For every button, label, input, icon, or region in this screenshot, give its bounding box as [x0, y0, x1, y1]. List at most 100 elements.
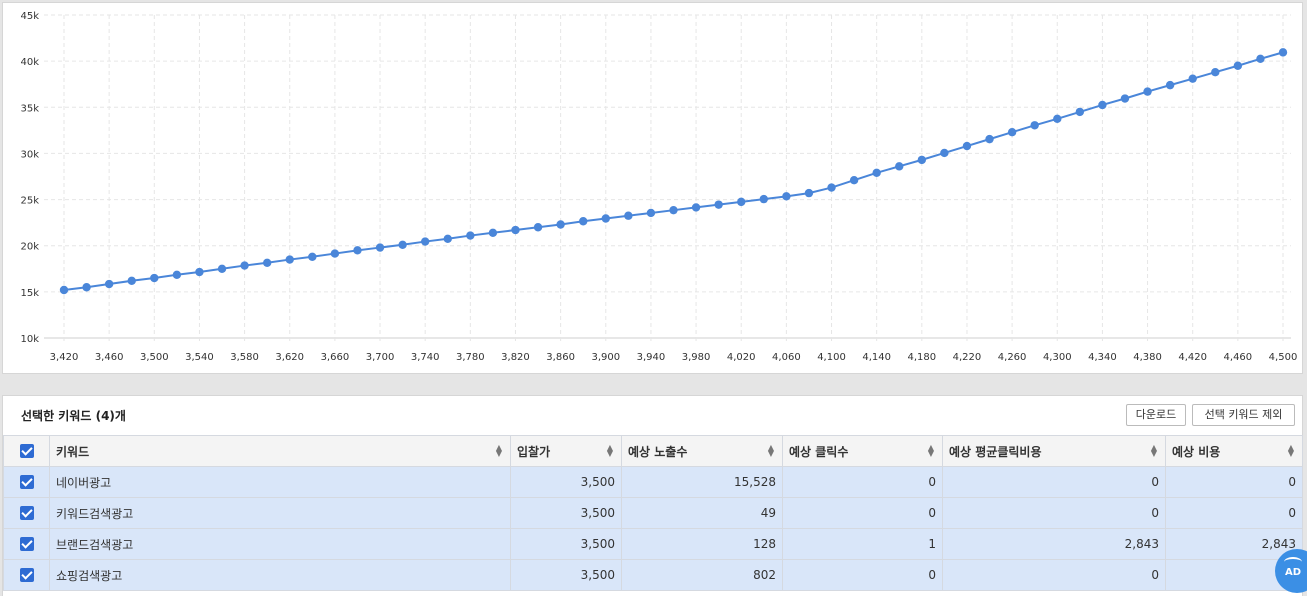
sort-icon[interactable]: ▲ ▼	[496, 444, 502, 458]
y-tick-label: 15k	[20, 288, 39, 299]
row-checkbox[interactable]	[19, 475, 34, 490]
data-point	[714, 200, 723, 209]
data-point	[511, 225, 520, 235]
chart-panel: 10k 15k 20k 25k 30k 35k 40k 45k 3,420 3,460 3,500 3…	[2, 2, 1303, 374]
x-tick-label: 4,340	[1088, 352, 1117, 363]
clicks-cell: 0	[782, 559, 943, 591]
column-header-avg-cpc[interactable]: 예상 평균클릭비용 ▲ ▼	[942, 435, 1166, 467]
bid-cell: 3,500	[510, 528, 622, 560]
select-all-checkbox[interactable]	[19, 444, 34, 459]
avg-cpc-cell: 0	[942, 466, 1166, 498]
clicks-cell: 0	[782, 497, 943, 529]
y-tick-label: 25k	[20, 196, 39, 207]
data-point	[398, 240, 407, 249]
data-point	[737, 197, 746, 207]
column-header-bid[interactable]: 입찰가 ▲ ▼	[510, 435, 622, 467]
download-button[interactable]: 다운로드	[1126, 404, 1186, 426]
impressions-cell: 15,528	[621, 466, 783, 498]
ad-badge-label: AD	[1285, 567, 1302, 578]
keyword-cell: 브랜드검색광고	[49, 528, 511, 560]
data-point	[1211, 68, 1220, 77]
table-row[interactable]: 네이버광고 3,500 15,528 0 0 0	[3, 466, 1303, 498]
data-point	[375, 243, 385, 252]
x-tick-label: 3,620	[275, 352, 304, 363]
series-line	[63, 51, 1284, 292]
column-header-cost[interactable]: 예상 비용 ▲ ▼	[1165, 435, 1303, 467]
data-point	[669, 205, 678, 215]
data-point	[308, 252, 317, 261]
data-point	[579, 217, 588, 226]
data-point	[217, 264, 227, 273]
data-point	[1030, 121, 1039, 130]
sort-icon[interactable]: ▲ ▼	[768, 444, 774, 458]
x-tick-label: 4,220	[953, 352, 982, 363]
y-tick-label: 40k	[20, 57, 39, 68]
x-tick-label: 4,020	[727, 352, 756, 363]
table-row[interactable]: 키워드검색광고 3,500 49 0 0 0	[3, 497, 1303, 529]
data-point	[104, 279, 114, 289]
sort-icon[interactable]: ▲ ▼	[1151, 444, 1157, 458]
x-tick-label: 3,820	[501, 352, 530, 363]
data-point	[127, 276, 136, 285]
table-row[interactable]: 쇼핑검색광고 3,500 802 0 0	[3, 559, 1303, 591]
row-checkbox[interactable]	[19, 568, 34, 583]
keyword-cell: 네이버광고	[49, 466, 511, 498]
x-tick-label: 3,780	[456, 352, 485, 363]
data-point	[601, 214, 610, 223]
column-header-clicks[interactable]: 예상 클릭수 ▲ ▼	[782, 435, 943, 467]
data-point	[466, 231, 475, 240]
data-point	[420, 237, 430, 246]
impressions-cell: 802	[621, 559, 783, 591]
selected-keywords-panel: 선택한 키워드 (4)개 다운로드 선택 키워드 제외 키워드 ▲ ▼ 입찰가 ▲ ▼ …	[2, 395, 1303, 596]
y-tick-label: 35k	[20, 103, 39, 114]
row-checkbox[interactable]	[19, 537, 34, 552]
table-row[interactable]: 브랜드검색광고 3,500 128 1 2,843 2,843	[3, 528, 1303, 560]
data-point	[985, 134, 994, 144]
x-tick-label: 4,500	[1269, 352, 1298, 363]
keyword-cell: 쇼핑검색광고	[49, 559, 511, 591]
data-point	[330, 249, 340, 258]
sort-icon[interactable]: ▲ ▼	[607, 444, 613, 458]
column-header-impressions[interactable]: 예상 노출수 ▲ ▼	[621, 435, 783, 467]
cost-cell: 0	[1165, 466, 1303, 498]
avg-cpc-cell: 2,843	[942, 528, 1166, 560]
data-point	[285, 255, 294, 264]
data-point	[849, 175, 859, 185]
clicks-cell: 0	[782, 466, 943, 498]
y-tick-label: 20k	[20, 242, 39, 253]
wave-icon	[1284, 557, 1302, 567]
data-point	[262, 258, 272, 267]
data-point	[59, 285, 69, 295]
data-point	[782, 192, 791, 201]
data-point	[1233, 61, 1243, 70]
data-point	[82, 283, 91, 292]
data-point	[1098, 100, 1107, 110]
column-header-keyword[interactable]: 키워드 ▲ ▼	[49, 435, 511, 467]
data-point	[1120, 94, 1130, 103]
avg-cpc-cell: 0	[942, 497, 1166, 529]
exclude-keywords-button[interactable]: 선택 키워드 제외	[1192, 404, 1295, 426]
y-tick-label: 45k	[20, 11, 39, 22]
select-all-cell[interactable]	[3, 435, 50, 467]
x-tick-label: 3,660	[321, 352, 350, 363]
data-point	[872, 168, 881, 178]
data-point	[1256, 54, 1265, 64]
x-tick-label: 3,940	[637, 352, 666, 363]
data-point	[691, 203, 701, 212]
x-tick-label: 4,140	[862, 352, 891, 363]
panel-title: 선택한 키워드 (4)개	[21, 409, 126, 423]
x-tick-label: 4,100	[817, 352, 846, 363]
sort-icon[interactable]: ▲ ▼	[928, 444, 934, 458]
data-point	[195, 267, 204, 277]
data-point	[1143, 87, 1152, 96]
x-tick-label: 3,460	[95, 352, 124, 363]
row-checkbox[interactable]	[19, 506, 34, 521]
sort-icon[interactable]: ▲ ▼	[1288, 444, 1294, 458]
table-header-row: 키워드 ▲ ▼ 입찰가 ▲ ▼ 예상 노출수 ▲ ▼ 예상 클릭수 ▲ ▼ 예상 평균클릭비용 ▲…	[3, 435, 1303, 467]
impressions-cell: 49	[621, 497, 783, 529]
data-point	[1053, 114, 1062, 124]
data-point	[940, 148, 949, 158]
x-tick-label: 3,740	[411, 352, 440, 363]
data-point	[895, 162, 904, 171]
avg-cpc-cell: 0	[942, 559, 1166, 591]
